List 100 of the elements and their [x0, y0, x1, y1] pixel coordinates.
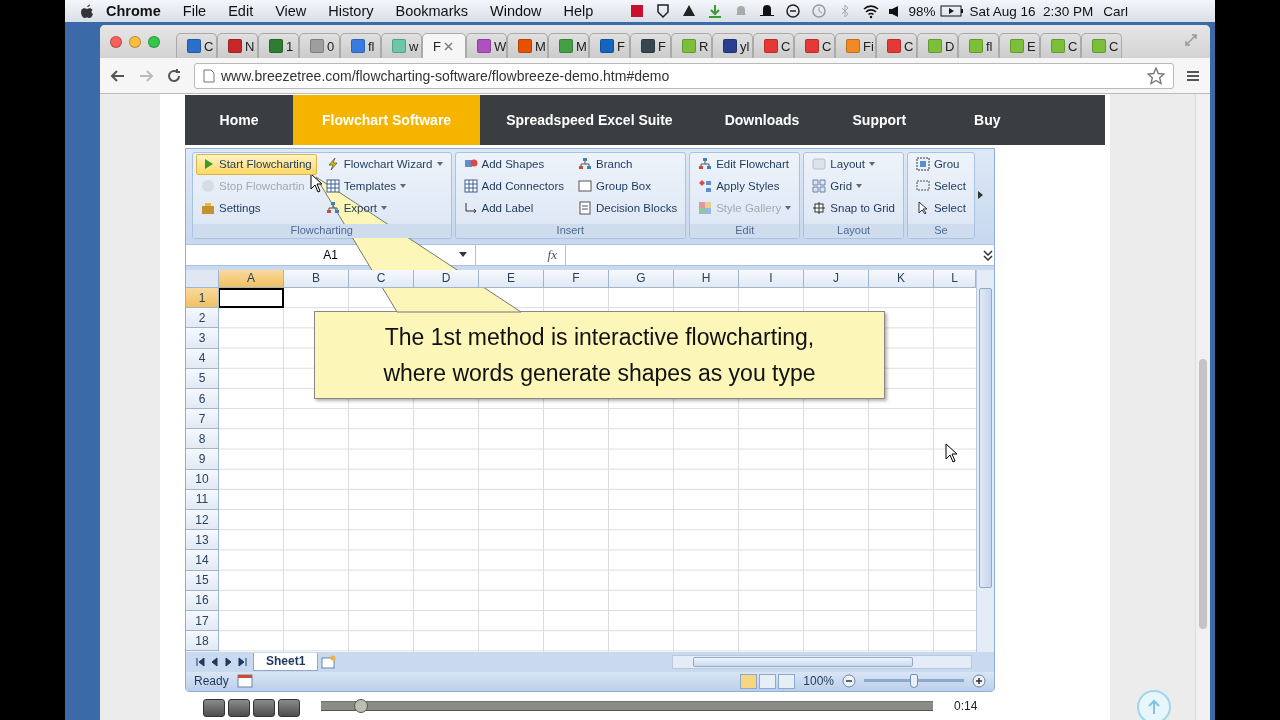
ribbon-button[interactable]: Branch	[573, 153, 683, 175]
browser-tab[interactable]: F	[422, 33, 466, 58]
row-header[interactable]: 14	[186, 550, 219, 571]
sheet-tab[interactable]: Sheet1	[253, 652, 319, 671]
browser-tab[interactable]: F	[589, 33, 630, 58]
scroll-to-top-button[interactable]	[1137, 690, 1171, 720]
zoom-window-button[interactable]	[148, 35, 160, 48]
ribbon-button[interactable]: Grou	[910, 153, 971, 175]
browser-tab[interactable]: yl	[712, 33, 753, 58]
row-header[interactable]: 1	[186, 287, 219, 309]
normal-view-button[interactable]	[740, 673, 758, 689]
ribbon-button[interactable]: Layout	[807, 153, 900, 175]
column-header[interactable]: L	[934, 269, 976, 288]
browser-tab[interactable]: D	[917, 33, 958, 58]
ribbon-button[interactable]: Start Flowcharting	[196, 153, 317, 175]
rewind-button[interactable]	[228, 698, 250, 717]
row-header[interactable]: 8	[186, 429, 219, 450]
browser-tab[interactable]: w	[381, 33, 422, 58]
menu-clock[interactable]: Sat Aug 16 2:30 PM	[964, 3, 1099, 19]
row-header[interactable]: 11	[186, 489, 219, 511]
column-header[interactable]: I	[739, 269, 804, 288]
ribbon-button[interactable]: Flowchart Wizard	[320, 153, 448, 175]
column-header[interactable]: H	[674, 269, 739, 288]
page-break-button[interactable]	[778, 673, 796, 689]
row-header[interactable]: 5	[186, 368, 219, 389]
row-header[interactable]: 6	[186, 388, 219, 410]
row-header[interactable]: 4	[186, 348, 219, 369]
stop-button[interactable]	[253, 698, 275, 717]
row-header[interactable]: 12	[186, 510, 219, 531]
browser-tab[interactable]: Fi	[835, 33, 876, 58]
browser-tab[interactable]: R	[671, 33, 712, 58]
browser-tab[interactable]: W	[466, 33, 507, 58]
browser-tab[interactable]: C	[753, 33, 794, 58]
menu-item[interactable]: File	[171, 3, 218, 19]
row-header[interactable]: 10	[186, 469, 219, 490]
menu-item[interactable]: History	[317, 3, 385, 19]
row-header[interactable]: 16	[186, 590, 219, 611]
page-layout-button[interactable]	[759, 673, 777, 689]
ribbon-button[interactable]: Select	[910, 197, 971, 219]
menu-item[interactable]: View	[264, 3, 318, 19]
browser-tab[interactable]: F	[630, 33, 671, 58]
browser-tab[interactable]: fl	[958, 33, 999, 58]
browser-tab[interactable]: E	[999, 33, 1040, 58]
browser-tab[interactable]: C	[794, 33, 835, 58]
browser-tab[interactable]: C	[1040, 33, 1081, 58]
menu-item[interactable]: Help	[552, 3, 605, 19]
nav-link[interactable]: Spreadspeed Excel Suite	[480, 95, 699, 145]
skip-back-button[interactable]	[203, 698, 225, 717]
row-header[interactable]: 7	[186, 409, 219, 430]
ribbon-button[interactable]: Add Label	[458, 197, 569, 219]
column-header[interactable]: E	[479, 269, 544, 288]
minimize-window-button[interactable]	[129, 35, 141, 48]
menu-item[interactable]: Bookmarks	[384, 3, 479, 19]
close-window-button[interactable]	[110, 35, 122, 48]
fast-forward-button[interactable]	[278, 698, 300, 717]
page-scrollbar[interactable]	[1195, 94, 1210, 720]
browser-tab[interactable]: C	[176, 33, 217, 58]
row-header[interactable]: 15	[186, 570, 219, 591]
nav-link[interactable]: Home	[185, 95, 293, 145]
menu-item[interactable]: Window	[479, 3, 553, 19]
menu-item[interactable]: Edit	[217, 3, 265, 19]
row-header[interactable]: 13	[186, 530, 219, 551]
browser-tab[interactable]: 1	[258, 33, 299, 58]
browser-tab[interactable]: fl	[340, 33, 381, 58]
row-header[interactable]: 17	[186, 610, 219, 632]
ribbon-button[interactable]: Export	[320, 197, 448, 219]
browser-tab[interactable]: C	[1081, 33, 1122, 58]
insert-function-button[interactable]: fx	[476, 244, 566, 265]
video-progress[interactable]	[321, 698, 933, 713]
column-header[interactable]: C	[349, 269, 414, 288]
ribbon-button[interactable]: Edit Flowchart	[693, 153, 797, 175]
column-header[interactable]: J	[804, 269, 869, 288]
browser-tab[interactable]: C	[876, 33, 917, 58]
ribbon-button[interactable]: Add Shapes	[458, 153, 569, 175]
ribbon-button[interactable]: Settings	[196, 197, 317, 219]
select-all-button[interactable]	[186, 269, 219, 288]
browser-tab[interactable]: 0	[299, 33, 340, 58]
row-header[interactable]: 9	[186, 449, 219, 470]
column-header[interactable]: F	[544, 269, 609, 288]
address-bar[interactable]: www.breezetree.com/flowcharting-software/flowbreeze-demo.htm#demo	[194, 62, 1174, 89]
ribbon-button[interactable]: Group Box	[573, 175, 683, 197]
nav-link[interactable]: Support	[825, 95, 934, 145]
app-menu[interactable]: Chrome	[95, 3, 172, 19]
ribbon-button[interactable]: Select	[910, 175, 971, 197]
column-header[interactable]: G	[609, 269, 674, 288]
row-header[interactable]: 3	[186, 328, 219, 349]
zoom-level[interactable]: 100%	[803, 674, 834, 689]
nav-link[interactable]: Buy	[933, 95, 1042, 145]
nav-link[interactable]: Downloads	[698, 95, 826, 145]
column-header[interactable]: K	[869, 269, 934, 288]
browser-tab[interactable]: M	[548, 33, 589, 58]
ribbon-button[interactable]: Decision Blocks	[573, 197, 683, 219]
row-header[interactable]: 2	[186, 308, 219, 329]
user-name[interactable]: Carl	[1098, 3, 1134, 19]
column-header[interactable]: B	[284, 269, 349, 288]
row-header[interactable]: 18	[186, 631, 219, 652]
vertical-scrollbar[interactable]	[976, 269, 994, 652]
column-header[interactable]: D	[414, 269, 479, 288]
browser-tab[interactable]: N	[217, 33, 258, 58]
browser-tab[interactable]: M	[507, 33, 548, 58]
